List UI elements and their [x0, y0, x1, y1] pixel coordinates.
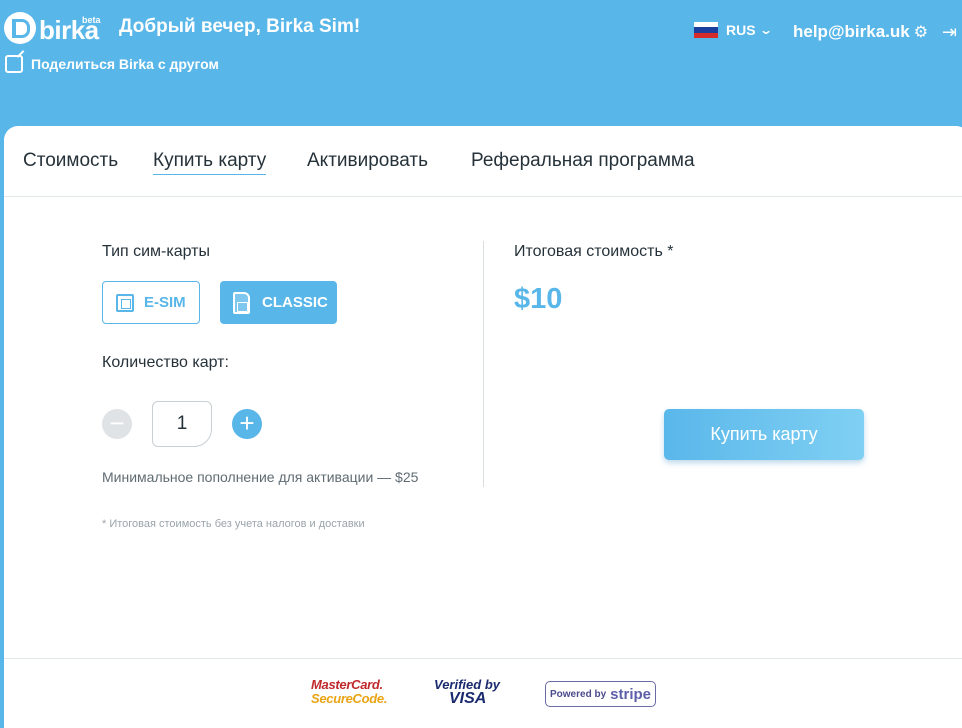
footer-divider	[4, 658, 962, 659]
classic-sim-option-button[interactable]: CLASSIC	[220, 281, 337, 324]
help-email[interactable]: help@birka.uk	[793, 22, 910, 42]
total-price-value: $10	[514, 283, 563, 315]
share-icon	[5, 55, 23, 73]
tab-buy-card[interactable]: Купить карту	[153, 150, 267, 175]
verified-by-visa-logo: Verified by VISA	[434, 678, 500, 707]
powered-by-stripe-badge: Powered by stripe	[545, 681, 656, 707]
share-label: Поделиться Birka с другом	[31, 56, 219, 72]
stripe-text: stripe	[610, 685, 651, 703]
powered-by-text: Powered by	[550, 688, 607, 700]
price-footnote: * Итоговая стоимость без учета налогов и…	[102, 518, 365, 530]
total-price-label: Итоговая стоимость *	[514, 243, 674, 260]
share-link[interactable]: Поделиться Birka с другом	[5, 55, 219, 73]
tab-referral[interactable]: Реферальная программа	[471, 150, 695, 174]
classic-label: CLASSIC	[262, 294, 328, 311]
tab-activate[interactable]: Активировать	[307, 150, 428, 174]
gear-icon[interactable]: ⚙	[914, 22, 928, 42]
language-label: RUS	[726, 22, 756, 38]
birka-logo-icon	[4, 12, 36, 44]
sim-type-label: Тип сим-карты	[102, 243, 211, 260]
esim-option-button[interactable]: E-SIM	[102, 281, 200, 324]
logout-icon[interactable]: ⇥	[942, 22, 957, 43]
help-contact: help@birka.uk ⚙	[793, 22, 928, 42]
quantity-increase-button[interactable]: +	[232, 409, 262, 439]
top-header: birka beta Добрый вечер, Birka Sim! Поде…	[0, 0, 962, 130]
chevron-down-icon: ⌄	[758, 23, 773, 37]
main-card: Стоимость Купить карту Активировать Рефе…	[4, 126, 962, 728]
chip-icon	[116, 293, 134, 312]
mastercard-text: MasterCard.	[311, 677, 383, 692]
tab-pricing[interactable]: Стоимость	[23, 150, 118, 174]
min-topup-note: Минимальное пополнение для активации — $…	[102, 469, 419, 485]
securecode-text: SecureCode.	[311, 691, 388, 706]
quantity-label: Количество карт:	[102, 354, 229, 371]
quantity-input[interactable]	[152, 401, 212, 447]
esim-label: E-SIM	[144, 294, 186, 311]
quantity-decrease-button[interactable]: −	[102, 409, 132, 439]
tab-bar: Стоимость Купить карту Активировать Рефе…	[4, 126, 962, 197]
visa-text: VISA	[449, 690, 487, 707]
sim-card-icon	[233, 291, 250, 314]
russia-flag-icon	[694, 22, 718, 38]
birka-logo[interactable]: birka beta	[4, 12, 101, 44]
language-selector[interactable]: RUS ⌄	[694, 22, 773, 38]
column-divider	[483, 241, 484, 487]
beta-badge: beta	[82, 15, 101, 25]
greeting-text: Добрый вечер, Birka Sim!	[119, 16, 361, 37]
mastercard-securecode-logo: MasterCard. SecureCode.	[311, 678, 387, 706]
buy-card-button[interactable]: Купить карту	[664, 409, 864, 460]
